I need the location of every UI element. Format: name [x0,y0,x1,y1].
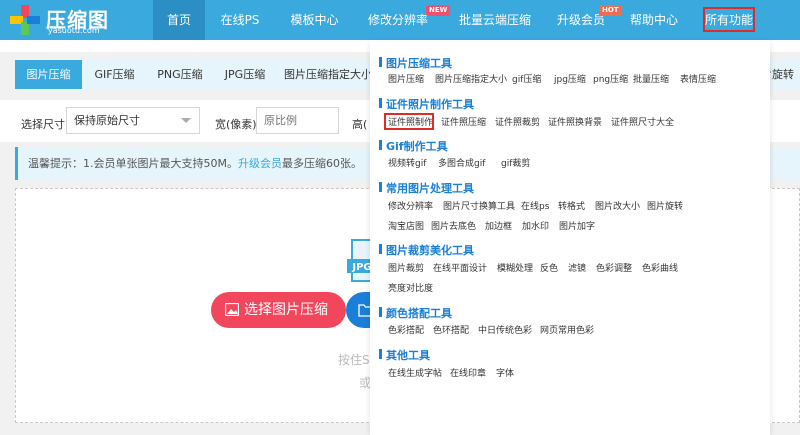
menu-link-png-compress[interactable]: png压缩 [593,72,628,85]
tab-jpg-compress[interactable]: JPG压缩 [213,60,277,89]
menu-link-add-text[interactable]: 图片加字 [559,219,595,232]
menu-link-image-compress[interactable]: 图片压缩 [388,72,424,85]
drop-hint: 按住S [338,353,370,367]
menu-link-convert-format[interactable]: 转格式 [558,199,585,212]
group-title-image-compress: 图片压缩工具 [379,55,452,71]
menu-link-taobao-image[interactable]: 淘宝店图 [388,219,424,232]
image-icon [225,303,239,316]
tab-image-compress[interactable]: 图片压缩 [15,60,82,89]
select-image-label: 选择图片压缩 [244,302,328,318]
menu-link-gif-crop[interactable]: gif裁剪 [501,156,530,169]
chevron-down-icon [181,118,191,123]
id-photo-make-highlight [384,113,434,130]
menu-link-fonts[interactable]: 字体 [496,366,514,379]
tip-text: 温馨提示：1.会员单张图片最大支持50M。 [28,157,238,170]
tab-compress-to-size[interactable]: 图片压缩指定大小 [277,60,379,89]
menu-link-online-design[interactable]: 在线平面设计 [433,261,487,274]
menu-link-resize-image[interactable]: 图片改大小 [595,199,640,212]
nav-home[interactable]: 首页 [153,0,205,40]
tab-png-compress[interactable]: PNG压缩 [147,60,213,89]
menu-link-change-resolution[interactable]: 修改分辨率 [388,199,433,212]
nav-help-center[interactable]: 帮助中心 [623,0,685,40]
menu-link-jpg-compress[interactable]: jpg压缩 [554,72,586,85]
size-select[interactable]: 保持原始尺寸 [66,107,200,134]
select-image-button[interactable]: 选择图片压缩 [211,292,346,328]
group-marker [379,57,382,67]
menu-link-id-photo-crop[interactable]: 证件照裁剪 [495,115,540,128]
nav-batch-cloud-compress[interactable]: 批量云端压缩 [447,0,543,40]
menu-link-online-seal[interactable]: 在线印章 [450,366,486,379]
logo-domain: yasuotu.com [48,26,100,35]
menu-link-size-conversion[interactable]: 图片尺寸换算工具 [443,199,515,212]
menu-link-compress-to-size[interactable]: 图片压缩指定大小 [435,72,507,85]
nav-online-ps[interactable]: 在线PS [212,0,268,40]
menu-link-blur[interactable]: 模糊处理 [497,261,533,274]
menu-link-brightness-contrast[interactable]: 亮度对比度 [388,281,433,294]
height-label: 高( [352,118,368,131]
group-marker [379,98,382,108]
width-label: 宽(像素) [215,118,257,131]
menu-link-add-watermark[interactable]: 加水印 [522,219,549,232]
menu-link-color-wheel[interactable]: 色环搭配 [433,323,469,336]
menu-link-add-border[interactable]: 加边框 [485,219,512,232]
menu-link-online-ps[interactable]: 在线ps [521,199,549,212]
hot-badge: HOT [599,5,622,16]
group-marker [379,349,382,359]
menu-link-color-adjust[interactable]: 色彩调整 [596,261,632,274]
group-title-color-match: 颜色搭配工具 [379,305,452,321]
nav-template-center[interactable]: 模板中心 [282,0,347,40]
size-label: 选择尺寸 [21,118,65,131]
width-input[interactable] [256,107,339,134]
menu-link-invert[interactable]: 反色 [540,261,558,274]
tip-suffix: 最多压缩60张。 [281,157,362,170]
menu-link-emoji-compress[interactable]: 表情压缩 [680,72,716,85]
upgrade-member-link[interactable]: 升级会员 [238,157,282,170]
all-features-highlight [703,7,755,32]
size-select-value: 保持原始尺寸 [74,114,140,127]
menu-link-filter[interactable]: 滤镜 [568,261,586,274]
menu-link-copybook[interactable]: 在线生成字帖 [388,366,442,379]
menu-link-id-photo-background[interactable]: 证件照换背景 [548,115,602,128]
top-navbar: 压缩图 yasuotu.com 首页 在线PS 模板中心 修改分辨率 NEW 批… [0,0,800,40]
group-title-common-tools: 常用图片处理工具 [379,180,474,196]
file-icon-label: JPG [351,262,371,273]
site-logo[interactable]: 压缩图 yasuotu.com [10,3,140,37]
group-marker [379,244,382,254]
menu-link-batch-compress[interactable]: 批量压缩 [633,72,669,85]
logo-icon [10,5,40,35]
group-title-gif: Gif制作工具 [379,138,448,154]
menu-link-color-scheme[interactable]: 色彩搭配 [388,323,424,336]
menu-link-color-curve[interactable]: 色彩曲线 [642,261,678,274]
group-title-crop-beautify: 图片裁剪美化工具 [379,242,474,258]
menu-link-image-crop[interactable]: 图片裁剪 [388,261,424,274]
group-marker [379,140,382,150]
menu-link-id-photo-sizes[interactable]: 证件照尺寸大全 [611,115,674,128]
group-title-other-tools: 其他工具 [379,347,430,363]
tab-gif-compress[interactable]: GIF压缩 [82,60,147,89]
menu-link-video-to-gif[interactable]: 视频转gif [388,156,426,169]
menu-link-id-photo-compress[interactable]: 证件照压缩 [441,115,486,128]
group-title-id-photo: 证件照片制作工具 [379,96,474,112]
menu-link-gif-compress[interactable]: gif压缩 [512,72,541,85]
group-marker [379,307,382,317]
menu-link-web-colors[interactable]: 网页常用色彩 [540,323,594,336]
all-features-menu: 图片压缩工具 图片压缩 图片压缩指定大小 gif压缩 jpg压缩 png压缩 批… [370,40,770,435]
menu-link-rotate-image[interactable]: 图片旋转 [647,199,683,212]
menu-link-remove-background[interactable]: 图片去底色 [431,219,476,232]
group-marker [379,182,382,192]
menu-link-traditional-colors[interactable]: 中日传统色彩 [478,323,532,336]
menu-link-images-to-gif[interactable]: 多图合成gif [438,156,485,169]
